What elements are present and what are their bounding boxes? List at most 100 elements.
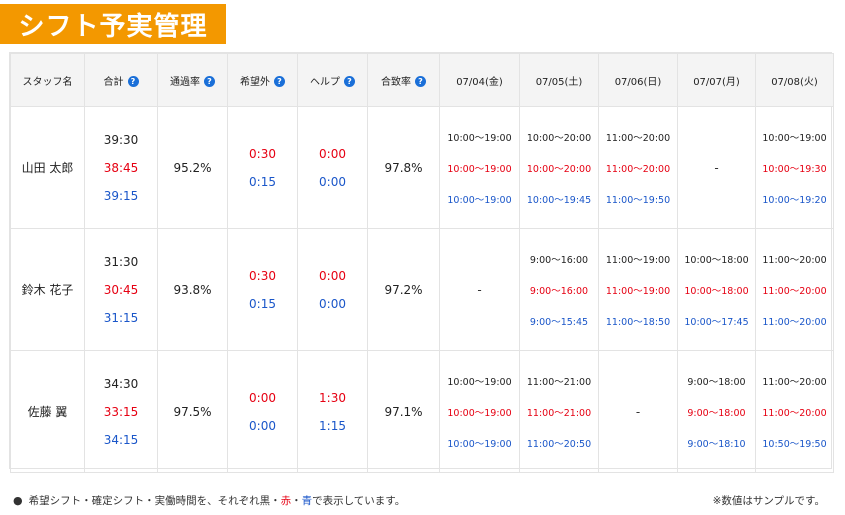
total-value: 34:30 — [103, 376, 139, 391]
shift-day-cell: 10:00〜19:00 10:00〜19:00 10:00〜19:00 — [439, 106, 520, 229]
unwanted-value: 0:00 — [249, 418, 276, 433]
empty-shift: - — [635, 404, 641, 419]
staff-name-cell: 佐藤 翼 — [10, 350, 85, 473]
help-cell: 1:30 1:15 — [297, 350, 368, 473]
shift-day-cell: 11:00〜20:00 11:00〜20:00 11:00〜20:00 — [755, 228, 834, 351]
shift-time: 11:00〜19:00 — [605, 254, 671, 266]
pass-rate-value: 97.5% — [173, 404, 212, 419]
unwanted-value: 0:30 — [249, 268, 276, 283]
unwanted-value: 0:15 — [249, 296, 276, 311]
shift-time: 10:00〜18:00 — [684, 285, 749, 297]
shift-time: 11:00〜20:00 — [762, 254, 827, 266]
shift-day-cell: 11:00〜20:00 11:00〜20:00 11:00〜19:50 — [598, 106, 678, 229]
shift-time: 10:00〜20:00 — [526, 132, 592, 144]
table-row: 佐藤 翼 34:30 33:15 34:15 97.5% 0:00 0:00 1:30 1:15… — [10, 350, 834, 473]
legend-note: ● 希望シフト・確定シフト・実働時間を、それぞれ黒・赤・青で表示しています。 — [13, 494, 406, 507]
shift-time: 10:50〜19:50 — [762, 438, 827, 450]
shift-time: 10:00〜17:45 — [684, 316, 749, 328]
shift-day-cell: 10:00〜19:00 10:00〜19:00 10:00〜19:00 — [439, 350, 520, 473]
unwanted-value: 0:15 — [249, 174, 276, 189]
shift-time: 10:00〜19:00 — [762, 132, 827, 144]
shift-day-cell: 11:00〜20:00 11:00〜20:00 10:50〜19:50 — [755, 350, 834, 473]
unwanted-cell: 0:30 0:15 — [227, 106, 298, 229]
unwanted-value: 0:30 — [249, 146, 276, 161]
shift-day-cell: - — [598, 350, 678, 473]
shift-time: 10:00〜19:00 — [447, 163, 512, 175]
shift-time: 11:00〜20:00 — [762, 376, 827, 388]
shift-time: 10:00〜19:00 — [447, 407, 512, 419]
total-value: 31:15 — [103, 310, 139, 325]
shift-time: 11:00〜21:00 — [526, 376, 592, 388]
header-unwanted: 希望外? — [227, 53, 298, 107]
match-rate-cell: 97.8% — [367, 106, 440, 229]
shift-time: 10:00〜19:00 — [447, 438, 512, 450]
header-help: ヘルプ? — [297, 53, 368, 107]
shift-time: 11:00〜20:00 — [605, 163, 671, 175]
table-row: 山田 太郎 39:30 38:45 39:15 95.2% 0:30 0:15 0:00 0:0… — [10, 106, 834, 229]
staff-name: 山田 太郎 — [21, 161, 74, 175]
shift-time: 10:00〜19:20 — [762, 194, 827, 206]
shift-time: 10:00〜19:00 — [447, 132, 512, 144]
shift-table-container: スタッフ名 合計? 通過率? 希望外? ヘルプ? 合致率? 07/04(金) 0… — [9, 52, 834, 473]
pass-rate-cell: 97.5% — [157, 350, 228, 473]
help-question-icon[interactable]: ? — [274, 76, 285, 87]
shift-time: 11:00〜20:50 — [526, 438, 592, 450]
unwanted-cell: 0:30 0:15 — [227, 228, 298, 351]
bullet-icon: ● — [13, 494, 23, 507]
empty-shift: - — [714, 160, 719, 175]
shift-day-cell: 10:00〜20:00 10:00〜20:00 10:00〜19:45 — [519, 106, 599, 229]
total-value: 31:30 — [103, 254, 139, 269]
shift-day-cell: 11:00〜19:00 11:00〜19:00 11:00〜18:50 — [598, 228, 678, 351]
header-date: 07/06(日) — [598, 53, 678, 107]
shift-table: スタッフ名 合計? 通過率? 希望外? ヘルプ? 合致率? 07/04(金) 0… — [10, 53, 834, 473]
staff-name-cell: 鈴木 花子 — [10, 228, 85, 351]
shift-time: 9:00〜18:00 — [687, 407, 746, 419]
shift-time: 9:00〜18:00 — [687, 376, 746, 388]
header-date: 07/08(火) — [755, 53, 834, 107]
total-value: 34:15 — [103, 432, 139, 447]
shift-day-cell: - — [439, 228, 520, 351]
header-staff: スタッフ名 — [10, 53, 85, 107]
match-rate-value: 97.2% — [384, 282, 423, 297]
table-row: 鈴木 花子 31:30 30:45 31:15 93.8% 0:30 0:15 0:00 0:0… — [10, 228, 834, 351]
shift-day-cell: 11:00〜21:00 11:00〜21:00 11:00〜20:50 — [519, 350, 599, 473]
shift-time: 11:00〜20:00 — [762, 316, 827, 328]
staff-name: 佐藤 翼 — [27, 405, 68, 419]
shift-time: 9:00〜15:45 — [529, 316, 589, 328]
help-value: 0:00 — [319, 268, 346, 283]
shift-day-cell: - — [677, 106, 756, 229]
shift-time: 10:00〜19:30 — [762, 163, 827, 175]
match-rate-value: 97.8% — [384, 160, 423, 175]
help-cell: 0:00 0:00 — [297, 228, 368, 351]
header-date: 07/04(金) — [439, 53, 520, 107]
pass-rate-value: 93.8% — [173, 282, 212, 297]
total-cell: 39:30 38:45 39:15 — [84, 106, 158, 229]
shift-day-cell: 9:00〜16:00 9:00〜16:00 9:00〜15:45 — [519, 228, 599, 351]
pass-rate-value: 95.2% — [173, 160, 212, 175]
shift-time: 11:00〜19:00 — [605, 285, 671, 297]
match-rate-cell: 97.1% — [367, 350, 440, 473]
unwanted-value: 0:00 — [249, 390, 276, 405]
shift-day-cell: 10:00〜18:00 10:00〜18:00 10:00〜17:45 — [677, 228, 756, 351]
help-value: 0:00 — [319, 146, 346, 161]
shift-time: 11:00〜20:00 — [762, 285, 827, 297]
shift-time: 10:00〜19:00 — [447, 376, 512, 388]
total-cell: 34:30 33:15 34:15 — [84, 350, 158, 473]
staff-name: 鈴木 花子 — [21, 283, 74, 297]
shift-day-cell: 10:00〜19:00 10:00〜19:30 10:00〜19:20 — [755, 106, 834, 229]
shift-time: 11:00〜20:00 — [762, 407, 827, 419]
help-question-icon[interactable]: ? — [415, 76, 426, 87]
help-value: 1:30 — [319, 390, 346, 405]
help-question-icon[interactable]: ? — [204, 76, 215, 87]
total-value: 39:30 — [103, 132, 139, 147]
table-header-row: スタッフ名 合計? 通過率? 希望外? ヘルプ? 合致率? 07/04(金) 0… — [10, 53, 834, 107]
header-date: 07/05(土) — [519, 53, 599, 107]
empty-shift: - — [477, 282, 482, 297]
total-value: 38:45 — [103, 160, 139, 175]
help-question-icon[interactable]: ? — [344, 76, 355, 87]
match-rate-value: 97.1% — [384, 404, 423, 419]
help-question-icon[interactable]: ? — [127, 76, 139, 87]
help-value: 0:00 — [319, 174, 346, 189]
shift-time: 11:00〜18:50 — [605, 316, 671, 328]
shift-time: 10:00〜18:00 — [684, 254, 749, 266]
